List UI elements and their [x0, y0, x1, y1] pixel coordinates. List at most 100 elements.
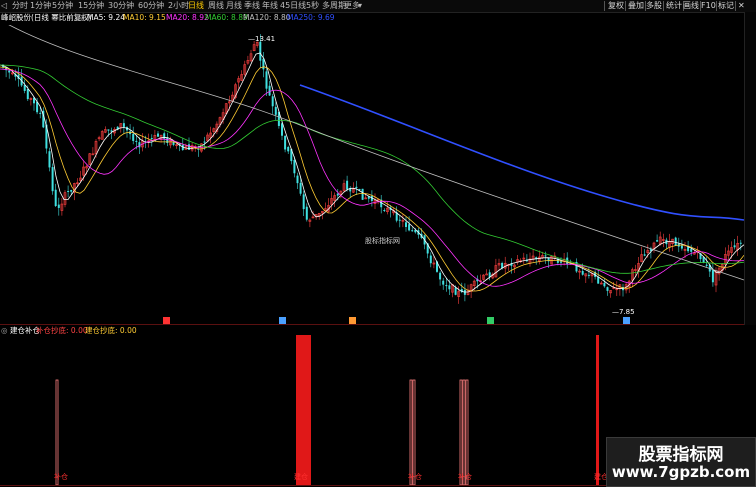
watermark-logo: 股票指标网 www.7gpzb.com — [606, 437, 756, 487]
divider — [625, 1, 626, 11]
candle-body — [603, 282, 606, 287]
candle-body — [138, 142, 141, 148]
signal-label: 补仓 — [408, 472, 422, 481]
candle-body — [739, 242, 742, 244]
divider — [604, 1, 605, 11]
candle-body — [336, 193, 339, 196]
candle-body — [26, 88, 29, 100]
candle-body — [355, 186, 358, 189]
candle-body — [51, 167, 54, 192]
tab-multi-period[interactable]: 多周期 — [322, 0, 346, 12]
tab-45day[interactable]: 45日线 — [280, 0, 306, 12]
candle-body — [560, 261, 562, 263]
candle-body — [680, 245, 683, 249]
tab-5min[interactable]: 5分钟 — [52, 0, 73, 12]
candle-body — [259, 41, 262, 61]
signal-bar — [296, 335, 299, 485]
tab-yearly[interactable]: 年线 — [262, 0, 278, 12]
candle-body — [411, 230, 414, 232]
candle-body — [690, 249, 693, 252]
tab-quarterly[interactable]: 季线 — [244, 0, 260, 12]
draw-line-button[interactable]: 画线 — [683, 0, 699, 12]
tab-60min[interactable]: 60分钟 — [138, 0, 164, 12]
candle-body — [346, 180, 349, 190]
tab-monthly[interactable]: 月线 — [226, 0, 242, 12]
watermark-title: 股票指标网 — [638, 445, 724, 465]
fuquan-button[interactable]: 复权 — [608, 0, 624, 12]
signal-label: 补仓 — [54, 472, 68, 481]
mark-button[interactable]: 标记 — [718, 0, 734, 12]
signal-bar — [465, 379, 469, 486]
ma5-line — [0, 52, 744, 293]
ma5-value: MA5: 9.24 — [87, 13, 125, 22]
tab-fenshi[interactable]: 分时 — [12, 0, 28, 12]
candle-body — [587, 274, 590, 276]
candle-body — [439, 272, 442, 280]
tab-2hour[interactable]: 2小时 — [168, 0, 189, 12]
candle-body — [287, 146, 290, 152]
ma60-value: MA60: 8.89 — [205, 13, 248, 22]
signal-group: 补仓 — [408, 379, 422, 486]
tab-5sec[interactable]: 5秒 — [306, 0, 319, 12]
close-icon[interactable]: ✕ — [738, 0, 745, 12]
marker-badge — [163, 317, 170, 324]
divider — [663, 1, 664, 11]
signal-bar — [55, 379, 59, 486]
back-icon[interactable]: ◁ — [1, 0, 7, 12]
multi-stock-button[interactable]: 多股 — [646, 0, 662, 12]
candle-body — [305, 206, 308, 220]
signal-bar — [459, 379, 463, 486]
tab-15min[interactable]: 15分钟 — [78, 0, 104, 12]
signal-label: 补仓 — [458, 472, 472, 481]
candle-body — [284, 135, 287, 150]
tab-30min[interactable]: 30分钟 — [108, 0, 134, 12]
signal-group: 建仓 — [294, 335, 311, 485]
tab-daily[interactable]: 日线 — [188, 0, 204, 12]
signal-bar — [412, 379, 416, 486]
marker-badge — [349, 317, 356, 324]
candle-body — [203, 141, 206, 143]
candle-body — [293, 159, 296, 174]
chevron-down-icon[interactable]: ▾ — [358, 0, 362, 12]
tab-weekly[interactable]: 周线 — [208, 0, 224, 12]
candle-body — [711, 270, 714, 283]
divider — [716, 1, 717, 11]
candle-body — [405, 222, 407, 227]
candle-body — [454, 287, 457, 295]
candle-body — [57, 204, 60, 208]
candle-body — [448, 285, 451, 290]
candle-body — [70, 189, 73, 192]
f10-button[interactable]: F10 — [701, 0, 716, 12]
candle-body — [733, 245, 736, 248]
candlestick-chart[interactable]: —13.41 —7.85 股标指标网 — [0, 25, 744, 325]
ma250-line — [299, 84, 744, 221]
candle-body — [188, 144, 190, 150]
signal-label: 建仓 — [294, 472, 308, 481]
candle-body — [122, 123, 125, 127]
candle-body — [268, 85, 271, 96]
signal-bar — [462, 379, 466, 486]
price-axis — [744, 12, 756, 325]
candle-body — [54, 189, 57, 206]
candle-body — [445, 285, 448, 287]
candle-body — [606, 287, 609, 291]
settings-icon[interactable]: ◎ — [78, 12, 85, 24]
candle-body — [383, 210, 386, 212]
candle-body — [67, 190, 70, 192]
signal-bar — [299, 335, 302, 485]
candle-body — [135, 140, 138, 142]
tab-1min[interactable]: 1分钟 — [30, 0, 51, 12]
candle-body — [705, 264, 708, 266]
statistics-button[interactable]: 统计 — [666, 0, 682, 12]
signal-bar — [409, 379, 413, 486]
marker-badge — [487, 317, 494, 324]
overlay-button[interactable]: 叠加 — [628, 0, 644, 12]
candle-body — [398, 219, 401, 221]
candle-body — [687, 246, 690, 252]
candle-body — [39, 112, 42, 114]
candle-body — [429, 255, 432, 264]
candle-body — [361, 188, 364, 200]
ma20-value: MA20: 8.92 — [166, 13, 209, 22]
candle-body — [107, 129, 110, 131]
signal-group: 补仓 — [458, 379, 472, 486]
